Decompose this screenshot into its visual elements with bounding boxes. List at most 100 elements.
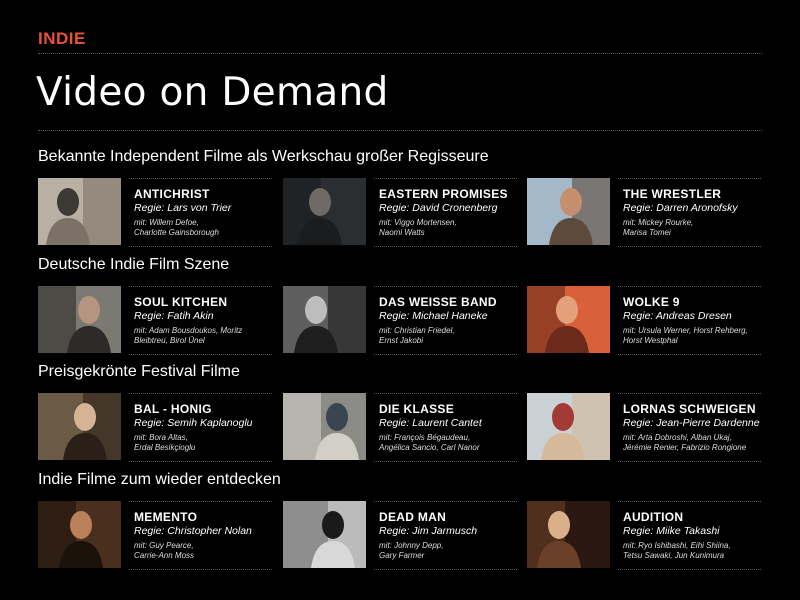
movie-cast-line: mit: Adam Bousdoukos, Moritz — [134, 326, 243, 335]
movie-card[interactable]: LORNAS SCHWEIGEN Regie: Jean-Pierre Darde… — [527, 393, 761, 462]
movie-cast-line: mit: Viggo Mortensen, — [379, 218, 457, 227]
movie-cast-line: Horst Westphal — [623, 336, 678, 345]
movie-cast-line: Carrie-Ann Moss — [134, 551, 195, 560]
movie-card[interactable]: BAL - HONIG Regie: Semih Kaplanoglu mit: B… — [38, 393, 272, 462]
movie-cast-line: mit: Arta Dobroshi, Alban Ukaj, — [623, 433, 732, 442]
movie-title[interactable]: MEMENTO — [134, 510, 197, 524]
movie-title[interactable]: BAL - HONIG — [134, 402, 212, 416]
movie-still-image — [527, 286, 610, 353]
movie-director: Regie: Darren Aronofsky — [623, 202, 738, 214]
movie-still-image — [38, 286, 121, 353]
movie-director: Regie: Miike Takashi — [623, 525, 720, 537]
movie-still-image — [527, 501, 610, 568]
movie-still-image — [283, 178, 366, 245]
movie-cast-line: mit: François Bégaudeau, — [379, 433, 471, 442]
movie-director: Regie: Andreas Dresen — [623, 310, 732, 322]
movie-director: Regie: David Cronenberg — [379, 202, 498, 214]
movie-title[interactable]: WOLKE 9 — [623, 295, 680, 309]
movie-info: MEMENTO Regie: Christopher Nolan mit: Guy … — [129, 501, 272, 570]
movie-title[interactable]: AUDITION — [623, 510, 683, 524]
movie-title[interactable]: SOUL KITCHEN — [134, 295, 227, 309]
movie-card[interactable]: THE WRESTLER Regie: Darren Aronofsky mit: … — [527, 178, 761, 247]
movie-info: DIE KLASSE Regie: Laurent Cantet mit: Fran… — [374, 393, 517, 462]
movie-info: DAS WEISSE BAND Regie: Michael Haneke mit:… — [374, 286, 517, 355]
movie-title[interactable]: DEAD MAN — [379, 510, 446, 524]
movie-info: AUDITION Regie: Miike Takashi mit: Ryo Ish… — [618, 501, 761, 570]
movie-card[interactable]: MEMENTO Regie: Christopher Nolan mit: Guy … — [38, 501, 272, 570]
movie-still-image — [527, 393, 610, 460]
movie-thumbnail[interactable] — [38, 178, 121, 245]
movie-info: EASTERN PROMISES Regie: David Cronenberg m… — [374, 178, 517, 247]
movie-thumbnail[interactable] — [527, 501, 610, 568]
movie-title[interactable]: THE WRESTLER — [623, 187, 721, 201]
movie-info: THE WRESTLER Regie: Darren Aronofsky mit: … — [618, 178, 761, 247]
movie-still-image — [283, 393, 366, 460]
movie-cast: mit: Adam Bousdoukos, Moritz Bleibtreu, B… — [134, 326, 274, 346]
movie-cast: mit: Bora Altas, Erdal Besikçioglu — [134, 433, 274, 453]
movie-cast-line: Charlotte Gainsborough — [134, 228, 219, 237]
movie-card[interactable]: AUDITION Regie: Miike Takashi mit: Ryo Ish… — [527, 501, 761, 570]
movie-cast-line: mit: Christian Friedel, — [379, 326, 455, 335]
movie-cast-line: mit: Mickey Rourke, — [623, 218, 694, 227]
movie-director: Regie: Jim Jarmusch — [379, 525, 478, 537]
movie-cast: mit: Ryo Ishibashi, Eihi Shiina, Tetsu Sa… — [623, 541, 763, 561]
movie-cast-line: Erdal Besikçioglu — [134, 443, 196, 452]
movie-director: Regie: Jean-Pierre Dardenne — [623, 417, 760, 429]
movie-title[interactable]: DAS WEISSE BAND — [379, 295, 497, 309]
movie-director: Regie: Semih Kaplanoglu — [134, 417, 253, 429]
movie-title[interactable]: EASTERN PROMISES — [379, 187, 508, 201]
movie-info: DEAD MAN Regie: Jim Jarmusch mit: Johnny D… — [374, 501, 517, 570]
movie-thumbnail[interactable] — [38, 501, 121, 568]
movie-still-image — [283, 501, 366, 568]
movie-director: Regie: Michael Haneke — [379, 310, 488, 322]
movie-still-image — [38, 393, 121, 460]
movie-info: BAL - HONIG Regie: Semih Kaplanoglu mit: B… — [129, 393, 272, 462]
movie-cast-line: Angélica Sancio, Carl Nanor — [379, 443, 480, 452]
movie-cast: mit: Willem Defoe, Charlotte Gainsborough — [134, 218, 274, 238]
movie-cast: mit: François Bégaudeau, Angélica Sancio,… — [379, 433, 519, 453]
movie-director: Regie: Laurent Cantet — [379, 417, 482, 429]
section-heading: Indie Filme zum wieder entdecken — [38, 471, 281, 488]
movie-thumbnail[interactable] — [527, 393, 610, 460]
movie-still-image — [38, 501, 121, 568]
movie-thumbnail[interactable] — [283, 501, 366, 568]
movie-info: WOLKE 9 Regie: Andreas Dresen mit: Ursula … — [618, 286, 761, 355]
movie-cast-line: Jérémie Renier, Fabrizio Rongione — [623, 443, 747, 452]
page-title: Video on Demand — [36, 70, 389, 115]
movie-card[interactable]: DEAD MAN Regie: Jim Jarmusch mit: Johnny D… — [283, 501, 517, 570]
movie-card[interactable]: DAS WEISSE BAND Regie: Michael Haneke mit:… — [283, 286, 517, 355]
movie-cast: mit: Guy Pearce, Carrie-Ann Moss — [134, 541, 274, 561]
section-heading: Preisgekrönte Festival Filme — [38, 363, 240, 380]
movie-cast-line: mit: Johnny Depp, — [379, 541, 444, 550]
movie-director: Regie: Lars von Trier — [134, 202, 232, 214]
movie-cast: mit: Johnny Depp, Gary Farmer — [379, 541, 519, 561]
brand-label: INDIE — [38, 29, 86, 48]
movie-thumbnail[interactable] — [283, 393, 366, 460]
movie-still-image — [283, 286, 366, 353]
movie-thumbnail[interactable] — [283, 178, 366, 245]
movie-cast-line: mit: Guy Pearce, — [134, 541, 194, 550]
movie-cast-line: mit: Ursula Werner, Horst Rehberg, — [623, 326, 748, 335]
movie-title[interactable]: LORNAS SCHWEIGEN — [623, 402, 756, 416]
movie-cast: mit: Mickey Rourke, Marisa Tomei — [623, 218, 763, 238]
movie-card[interactable]: SOUL KITCHEN Regie: Fatih Akin mit: Adam B… — [38, 286, 274, 355]
movie-cast: mit: Christian Friedel, Ernst Jakobi — [379, 326, 519, 346]
movie-thumbnail[interactable] — [527, 286, 610, 353]
movie-still-image — [527, 178, 610, 245]
movie-thumbnail[interactable] — [38, 393, 121, 460]
movie-card[interactable]: EASTERN PROMISES Regie: David Cronenberg m… — [283, 178, 517, 247]
movie-director: Regie: Christopher Nolan — [134, 525, 252, 537]
movie-card[interactable]: DIE KLASSE Regie: Laurent Cantet mit: Fran… — [283, 393, 517, 462]
movie-title[interactable]: ANTICHRIST — [134, 187, 210, 201]
movie-thumbnail[interactable] — [283, 286, 366, 353]
movie-cast-line: Ernst Jakobi — [379, 336, 424, 345]
movie-cast-line: mit: Willem Defoe, — [134, 218, 199, 227]
movie-thumbnail[interactable] — [527, 178, 610, 245]
movie-cast-line: mit: Ryo Ishibashi, Eihi Shiina, — [623, 541, 731, 550]
section-heading: Bekannte Independent Filme als Werkschau… — [38, 148, 489, 165]
movie-card[interactable]: WOLKE 9 Regie: Andreas Dresen mit: Ursula … — [527, 286, 761, 355]
movie-cast-line: Tetsu Sawaki, Jun Kunimura — [623, 551, 725, 560]
movie-card[interactable]: ANTICHRIST Regie: Lars von Trier mit: Will… — [38, 178, 274, 247]
movie-thumbnail[interactable] — [38, 286, 121, 353]
movie-title[interactable]: DIE KLASSE — [379, 402, 454, 416]
